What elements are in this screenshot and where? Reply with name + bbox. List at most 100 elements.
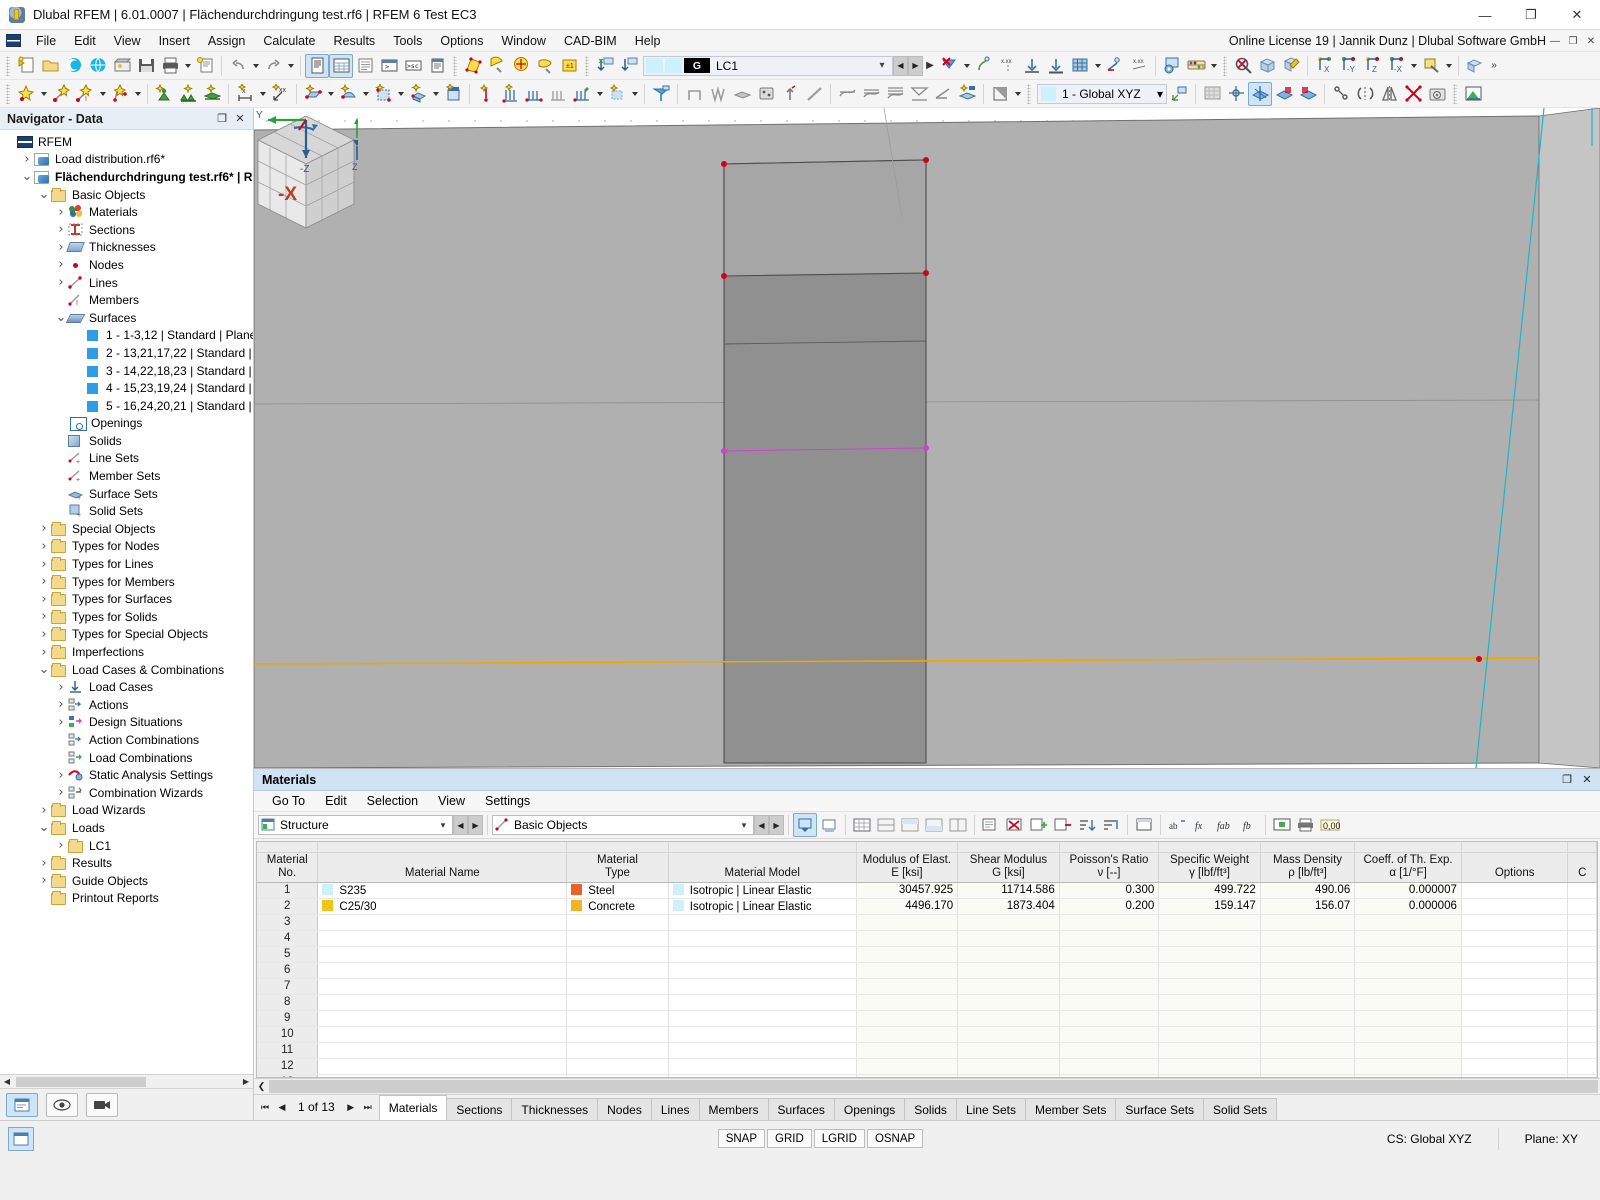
expand-icon[interactable]: › xyxy=(54,768,68,783)
collapse-icon[interactable]: ⌄ xyxy=(37,190,51,199)
material-name-cell[interactable] xyxy=(318,994,567,1010)
tab-surfaces[interactable]: Surfaces xyxy=(768,1098,835,1120)
render-toggle-button[interactable] xyxy=(988,82,1012,106)
poisson-ratio-cell[interactable] xyxy=(1059,978,1159,994)
undo-dropdown[interactable] xyxy=(250,54,261,78)
function-b-button[interactable]: fb xyxy=(1237,813,1261,837)
extra-cell[interactable] xyxy=(1568,978,1597,994)
pager-last-button[interactable]: ⏭ xyxy=(361,1102,375,1113)
material-type-cell[interactable] xyxy=(567,1042,669,1058)
tree-item[interactable]: ›Special Objects xyxy=(0,520,253,538)
new-line-button[interactable] xyxy=(49,82,73,106)
material-model-cell[interactable] xyxy=(668,962,856,978)
menu-results[interactable]: Results xyxy=(325,32,385,50)
tree-item[interactable]: ⌄Surfaces xyxy=(0,309,253,327)
modulus-elast-cell[interactable] xyxy=(856,978,958,994)
tree-item[interactable]: 3 - 14,22,18,23 | Standard | Pla xyxy=(0,362,253,380)
tree-item[interactable]: 5 - 16,24,20,21 | Standard | Pla xyxy=(0,397,253,415)
tree-item[interactable]: ›Lines xyxy=(0,274,253,292)
table-column-header[interactable]: Options xyxy=(1461,852,1568,882)
table-row[interactable]: 4 xyxy=(257,930,1597,946)
new-solid-dropdown[interactable] xyxy=(430,82,441,106)
osnap-toggle[interactable]: OSNAP xyxy=(867,1129,923,1148)
tree-item[interactable]: Action Combinations xyxy=(0,731,253,749)
specific-weight-cell[interactable] xyxy=(1159,1042,1261,1058)
chevron-down-icon[interactable]: ▾ xyxy=(737,820,751,831)
nodal-load-button[interactable] xyxy=(474,82,498,106)
result-diagram-2-button[interactable] xyxy=(859,82,883,106)
snap-settings-button[interactable] xyxy=(1425,82,1449,106)
cloud-open-button[interactable] xyxy=(62,54,86,78)
expand-icon[interactable]: › xyxy=(54,257,68,272)
deselect-button[interactable] xyxy=(533,54,557,78)
material-model-cell[interactable]: Isotropic | Linear Elastic xyxy=(668,898,856,914)
load-case-more-icon[interactable]: ▶ xyxy=(923,54,937,78)
calculate-settings-button[interactable] xyxy=(1160,54,1184,78)
shear-modulus-cell[interactable] xyxy=(958,1042,1060,1058)
poisson-ratio-cell[interactable] xyxy=(1059,1026,1159,1042)
material-type-cell[interactable] xyxy=(567,1026,669,1042)
expand-icon[interactable]: › xyxy=(37,592,51,607)
table-row[interactable]: 3 xyxy=(257,914,1597,930)
table-column-header[interactable]: Specific Weightγ [lbf/ft³] xyxy=(1159,852,1261,882)
shear-modulus-cell[interactable] xyxy=(958,962,1060,978)
row-index[interactable]: 6 xyxy=(257,962,318,978)
tree-item[interactable]: +Surface Sets xyxy=(0,485,253,503)
remove-row-button[interactable] xyxy=(1051,813,1075,837)
poisson-ratio-cell[interactable] xyxy=(1059,930,1159,946)
table-horizontal-scrollbar[interactable]: ❮ xyxy=(254,1078,1600,1094)
doc-minimize-button[interactable]: — xyxy=(1546,30,1564,52)
object-prev-button[interactable]: ◀ xyxy=(754,815,769,835)
shear-modulus-cell[interactable] xyxy=(958,914,1060,930)
shear-modulus-cell[interactable]: 1873.404 xyxy=(958,898,1060,914)
expand-icon[interactable]: › xyxy=(37,856,51,871)
export-table-button[interactable] xyxy=(1270,813,1294,837)
table-row[interactable]: 7 xyxy=(257,978,1597,994)
extra-cell[interactable] xyxy=(1568,914,1597,930)
member-load-button[interactable] xyxy=(522,82,546,106)
material-name-cell[interactable] xyxy=(318,930,567,946)
options-cell[interactable] xyxy=(1461,994,1568,1010)
options-cell[interactable] xyxy=(1461,882,1568,898)
navigator-toggle-button[interactable] xyxy=(305,54,329,78)
member-wizard-button[interactable] xyxy=(802,82,826,106)
tree-item[interactable]: ⌄Basic Objects xyxy=(0,186,253,204)
view-z-button[interactable]: Z xyxy=(1360,54,1384,78)
toolbar-grip[interactable] xyxy=(453,56,457,76)
tree-item[interactable]: IMembers xyxy=(0,291,253,309)
report-list-button[interactable] xyxy=(425,54,449,78)
options-cell[interactable] xyxy=(1461,898,1568,914)
line-load-button[interactable] xyxy=(498,82,522,106)
shear-modulus-cell[interactable] xyxy=(958,994,1060,1010)
load-case-combobox[interactable]: G LC1 ▾ xyxy=(643,56,893,76)
new-model-button[interactable] xyxy=(14,54,38,78)
tree-item[interactable]: +Line Sets xyxy=(0,450,253,468)
new-solid-set-button[interactable] xyxy=(441,82,465,106)
menu-calculate[interactable]: Calculate xyxy=(254,32,324,50)
table-row[interactable]: 1S235SteelIsotropic | Linear Elastic3045… xyxy=(257,882,1597,898)
table-toggle-button[interactable] xyxy=(329,54,353,78)
add-row-button[interactable] xyxy=(1027,813,1051,837)
tab-sections[interactable]: Sections xyxy=(446,1098,512,1120)
tree-item[interactable]: ›Sections xyxy=(0,221,253,239)
navigator-display-tab-button[interactable] xyxy=(46,1093,78,1117)
material-name-cell[interactable] xyxy=(318,1026,567,1042)
surface-support-button[interactable] xyxy=(200,82,224,106)
tree-item[interactable]: Printout Reports xyxy=(0,890,253,908)
coordinate-system-combobox[interactable]: 1 - Global XYZ ▾ xyxy=(1037,84,1167,104)
new-node-button[interactable] xyxy=(14,82,38,106)
menu-assign[interactable]: Assign xyxy=(199,32,255,50)
surface-wizard-button[interactable] xyxy=(730,82,754,106)
specific-weight-cell[interactable]: 499.722 xyxy=(1159,882,1261,898)
data-list-button[interactable] xyxy=(353,54,377,78)
delete-load-button[interactable] xyxy=(937,54,961,78)
table-column-header[interactable]: Modulus of Elast.E [ksi] xyxy=(856,852,958,882)
render-toggle-dropdown[interactable] xyxy=(1012,82,1023,106)
line-support-button[interactable] xyxy=(176,82,200,106)
menu-view[interactable]: View xyxy=(105,32,150,50)
table-panel-close-button[interactable]: ✕ xyxy=(1577,773,1597,786)
poisson-ratio-cell[interactable] xyxy=(1059,994,1159,1010)
render-mode-button[interactable] xyxy=(1279,54,1303,78)
insert-row-above-button[interactable] xyxy=(898,813,922,837)
expand-icon[interactable]: › xyxy=(37,574,51,589)
